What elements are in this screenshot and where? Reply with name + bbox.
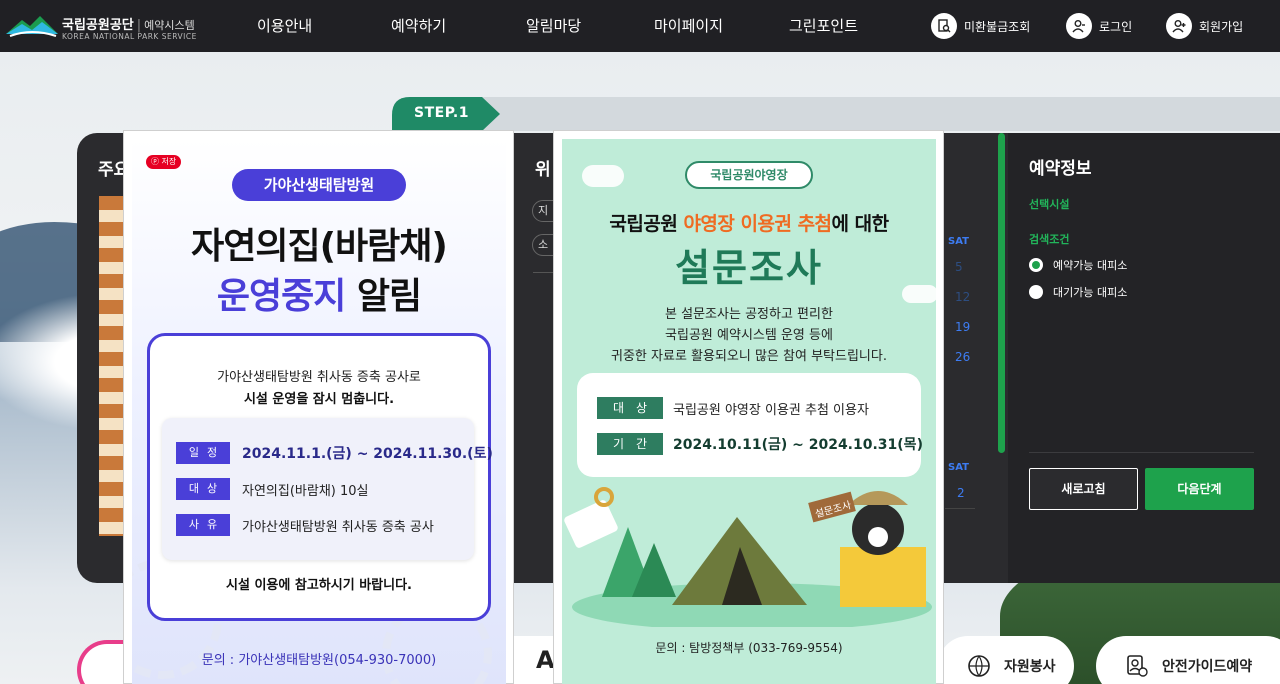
volunteer-label: 자원봉사	[1004, 659, 1056, 675]
next-step-button[interactable]: 다음단계	[1145, 468, 1254, 510]
calendar-day: 12	[955, 290, 971, 304]
signup-label: 회원가입	[1199, 19, 1244, 34]
nav-reservation[interactable]: 예약하기	[391, 0, 446, 52]
notice-row-schedule: 일정 2024.11.1.(금) ~ 2024.11.30.(토)	[176, 442, 493, 464]
user-add-icon	[1166, 13, 1192, 39]
radio-label: 예약가능 대피소	[1053, 259, 1128, 272]
radio-label: 대기가능 대피소	[1053, 286, 1128, 299]
volunteer-link[interactable]: 자원봉사	[938, 636, 1074, 684]
notice-contact: 문의 : 가야산생태탐방원(054-930-7000)	[201, 653, 437, 668]
notice-info-card: 일정 2024.11.1.(금) ~ 2024.11.30.(토) 대상 자연의…	[162, 418, 493, 560]
radio-checked-icon[interactable]	[1029, 258, 1043, 272]
survey-info-card: 대상 국립공원 야영장 이용권 추첨 이용자 기간 2024.10.11(금) …	[577, 373, 923, 477]
row-value: 가야산생태탐방원 취사동 증축 공사	[242, 519, 434, 535]
survey-desc-2: 국립공원 예약시스템 운영 등에	[665, 328, 833, 343]
row-value: 2024.11.1.(금) ~ 2024.11.30.(토)	[242, 446, 493, 462]
sidebar-divider	[1029, 452, 1254, 453]
site-logo[interactable]: 국립공원공단 | 예약시스템 KOREA NATIONAL PARK SERVICE	[6, 8, 206, 44]
notice-poster-gayasan[interactable]: ⓟ 저장 가야산생태탐방원 자연의집(바람채) 운영중지 알림 가야산생태탐방원…	[132, 139, 506, 684]
survey-poster[interactable]: 국립공원야영장 국립공원 야영장 이용권 추첨에 대한 설문조사 본 설문조사는…	[562, 139, 936, 684]
nav-notice[interactable]: 알림마당	[526, 0, 581, 52]
user-login-icon	[1066, 13, 1092, 39]
survey-row-target: 대상 국립공원 야영장 이용권 추첨 이용자	[597, 397, 869, 419]
survey-tag: 국립공원야영장	[685, 161, 813, 189]
login-label: 로그인	[1099, 19, 1133, 34]
notice-detail-box: 가야산생태탐방원 취사동 증축 공사로 시설 운영을 잠시 멈춥니다. 일정 2…	[147, 333, 493, 621]
calendar-day: 5	[955, 260, 963, 274]
survey-desc-3: 귀중한 자료로 활용되오니 많은 참여 부탁드립니다.	[611, 349, 887, 364]
safety-guide-link[interactable]: 안전가이드예약	[1096, 636, 1280, 684]
facility-map-thumbnail[interactable]	[99, 196, 125, 536]
calendar-day[interactable]: 26	[955, 350, 970, 364]
logo-title: 국립공원공단 | 예약시스템	[62, 18, 195, 33]
calendar-day[interactable]: 19	[955, 320, 970, 334]
middle-divider	[533, 272, 553, 273]
row-label: 대상	[597, 397, 663, 419]
survey-row-period: 기간 2024.10.11(금) ~ 2024.10.31(목)	[597, 433, 923, 455]
document-search-icon	[931, 13, 957, 39]
refresh-button[interactable]: 새로고침	[1029, 468, 1138, 510]
calendar-day[interactable]: 2	[957, 486, 965, 500]
selected-facility-label: 선택시설	[1029, 198, 1070, 211]
row-label: 기간	[597, 433, 663, 455]
safety-guide-icon	[1122, 651, 1152, 681]
park-logo-icon	[6, 16, 58, 37]
safety-guide-label: 안전가이드예약	[1162, 659, 1253, 675]
row-value: 국립공원 야영장 이용권 추첨 이용자	[673, 402, 869, 418]
radio-available-shelter[interactable]: 예약가능 대피소	[1029, 257, 1127, 273]
pinterest-save-badge[interactable]: ⓟ 저장	[146, 155, 182, 169]
nav-green-point[interactable]: 그린포인트	[789, 0, 858, 52]
step-progress-track	[392, 97, 1280, 131]
notice-row-target: 대상 자연의집(바람채) 10실	[176, 478, 369, 500]
region-chip-2[interactable]: 소	[532, 234, 554, 256]
row-value: 2024.10.11(금) ~ 2024.10.31(목)	[673, 437, 923, 453]
logo-english: KOREA NATIONAL PARK SERVICE	[62, 32, 197, 41]
row-label: 일정	[176, 442, 230, 464]
middle-section-title: 위	[535, 160, 551, 180]
campsite-illustration: 설문조사	[564, 487, 932, 627]
calendar-divider	[945, 508, 975, 509]
row-value: 자연의집(바람채) 10실	[242, 483, 369, 499]
popup-survey-campsite: 국립공원야영장 국립공원 야영장 이용권 추첨에 대한 설문조사 본 설문조사는…	[553, 130, 944, 684]
calendar-sat-header: SAT	[948, 462, 969, 473]
signup-link[interactable]: 회원가입	[1166, 10, 1243, 42]
step-tab: STEP.1	[392, 97, 500, 131]
calendar-sat-header: SAT	[948, 236, 969, 247]
nav-usage-guide[interactable]: 이용안내	[257, 0, 312, 52]
survey-desc-1: 본 설문조사는 공정하고 편리한	[665, 307, 833, 322]
nav-mypage[interactable]: 마이페이지	[654, 0, 723, 52]
refund-inquiry-link[interactable]: 미환불금조회	[931, 10, 1030, 42]
survey-headline-2: 설문조사	[675, 246, 823, 290]
reservation-info-title: 예약정보	[1029, 159, 1092, 179]
survey-contact: 문의 : 탐방정책부 (033-769-9554)	[655, 641, 843, 655]
notice-text-2: 시설 운영을 잠시 멈춥니다.	[243, 392, 395, 407]
notice-row-reason: 사유 가야산생태탐방원 취사동 증축 공사	[176, 514, 434, 536]
row-label: 대상	[176, 478, 230, 500]
radio-waitlist-shelter[interactable]: 대기가능 대피소	[1029, 284, 1127, 300]
quick-link-partial-2[interactable]: AS	[514, 636, 572, 684]
cloud-icon	[582, 165, 624, 187]
refund-inquiry-label: 미환불금조회	[964, 19, 1031, 34]
step-label: STEP.1	[414, 105, 469, 121]
login-link[interactable]: 로그인	[1066, 10, 1132, 42]
notice-facility-pill: 가야산생태탐방원	[232, 169, 406, 201]
volunteer-globe-icon	[964, 651, 994, 681]
scroll-indicator[interactable]	[998, 133, 1005, 453]
site-header: 국립공원공단 | 예약시스템 KOREA NATIONAL PARK SERVICE…	[0, 0, 1280, 52]
popup-notice-gayasan: ⓟ 저장 가야산생태탐방원 자연의집(바람채) 운영중지 알림 가야산생태탐방원…	[123, 130, 514, 684]
row-label: 사유	[176, 514, 230, 536]
survey-headline-1: 국립공원 야영장 이용권 추첨에 대한	[609, 213, 889, 235]
radio-unchecked-icon[interactable]	[1029, 285, 1043, 299]
search-condition-label: 검색조건	[1029, 233, 1070, 246]
notice-note: 시설 이용에 참고하시기 바랍니다.	[226, 578, 412, 593]
notice-headline-1: 자연의집(바람채)	[191, 226, 448, 267]
notice-text-1: 가야산생태탐방원 취사동 증축 공사로	[217, 370, 421, 385]
region-chip-1[interactable]: 지	[532, 200, 554, 222]
notice-headline-2: 운영중지 알림	[216, 276, 422, 317]
